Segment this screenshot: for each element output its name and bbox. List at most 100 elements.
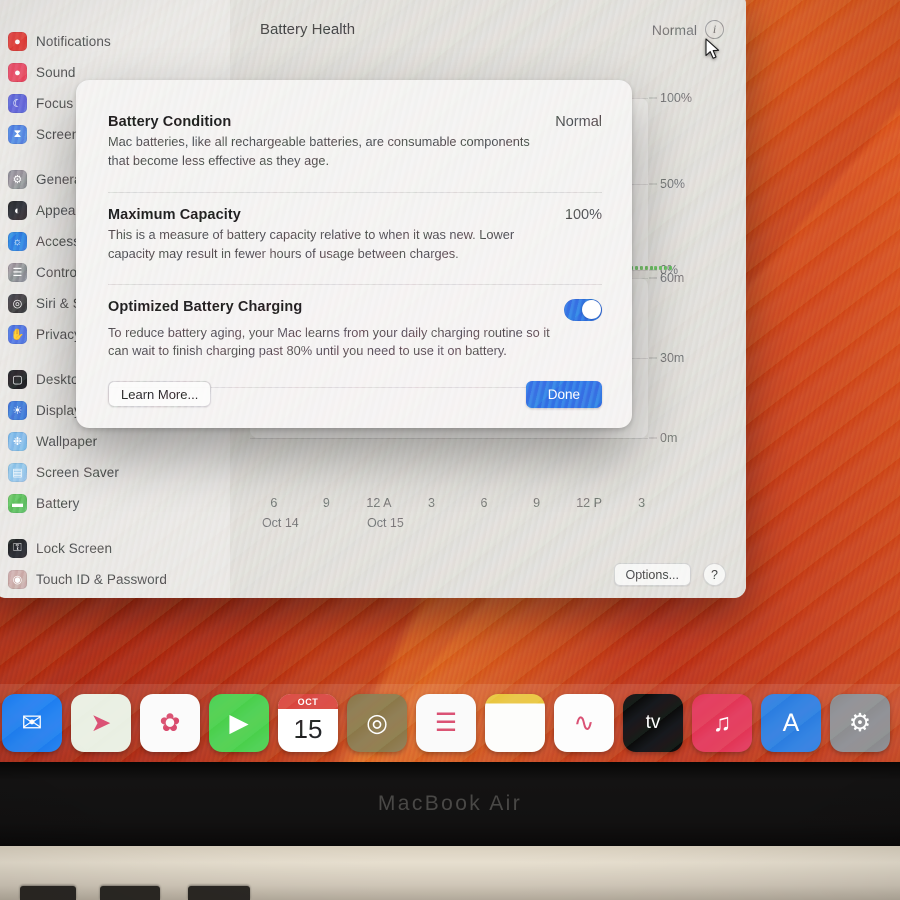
x-day-label: Oct 14 <box>261 516 299 530</box>
row-title: Battery Condition <box>108 114 232 130</box>
contacts-icon[interactable]: ◎ <box>347 694 407 752</box>
accessibility-icon: ☼ <box>8 232 27 251</box>
chart-bar <box>640 266 644 270</box>
calendar-icon[interactable]: OCT 15 <box>278 694 338 752</box>
display-icon: ☀ <box>8 401 27 420</box>
chart-bar <box>668 266 672 270</box>
sidebar-item-label: Notifications <box>36 34 111 49</box>
dock-icon-glyph: tv <box>645 712 661 733</box>
x-tick-label: 12 A <box>366 496 392 510</box>
siri-icon: ◎ <box>8 294 27 313</box>
speaker-icon: ● <box>8 63 27 82</box>
sidebar-item-notifications[interactable]: ● Notifications <box>0 26 230 57</box>
screensaver-icon: ▤ <box>8 463 27 482</box>
toggle-knob <box>581 300 601 320</box>
photo-of-laptop: ● Notifications ● Sound ☾ Focus ⧗ Screen Time ⚙ G… <box>0 0 900 900</box>
row-maximum-capacity: Maximum Capacity 100% This is a measure … <box>76 193 632 263</box>
sidebar-item-touch-id-password[interactable]: ◉ Touch ID & Password <box>0 564 230 595</box>
dock-icon-glyph: A <box>782 708 800 737</box>
chart-bar <box>635 266 639 270</box>
reminders-icon[interactable]: ☰ <box>416 694 476 752</box>
battery-status-group: Normal i <box>652 20 724 39</box>
hand-icon: ✋ <box>8 325 27 344</box>
bezel-model-label: MacBook Air <box>377 792 523 815</box>
dock-icon-glyph: ☰ <box>434 709 458 737</box>
appletv-icon[interactable]: tv <box>623 694 683 752</box>
done-button[interactable]: Done <box>525 380 602 408</box>
battery-health-sheet[interactable]: Battery Condition Normal Mac batteries, … <box>76 80 632 428</box>
learn-more-button[interactable]: Learn More... <box>108 381 212 407</box>
maps-icon[interactable]: ➤ <box>71 694 131 752</box>
settings-icon[interactable]: ⚙ <box>830 694 890 752</box>
lock-icon: ⚿ <box>8 539 27 558</box>
battery-icon: ▬ <box>8 494 27 513</box>
chart-bar <box>663 266 667 270</box>
info-circle-icon[interactable]: i <box>705 20 724 39</box>
moon-icon: ☾ <box>8 94 27 113</box>
touchid-icon: ◉ <box>8 570 27 589</box>
x-tick-label: 6 <box>270 496 278 510</box>
y-tick-label: 0m <box>660 431 678 445</box>
chart-bar <box>659 266 663 270</box>
desktop-dock-icon: ▢ <box>8 370 27 389</box>
sidebar-item-label: Battery <box>36 496 80 511</box>
dock-icon-glyph: ✉ <box>21 709 43 737</box>
control-center-icon: ☰ <box>8 263 27 282</box>
row-battery-condition: Battery Condition Normal Mac batteries, … <box>76 80 632 170</box>
sidebar-item-battery[interactable]: ▬ Battery <box>0 488 230 519</box>
gear-icon: ⚙ <box>8 170 27 189</box>
dock-icon-glyph: ▶ <box>229 709 249 737</box>
optimized-battery-charging-toggle[interactable] <box>564 298 602 321</box>
row-description: Mac batteries, like all rechargeable bat… <box>108 134 530 168</box>
status-badge: Normal <box>651 21 697 38</box>
wallpaper-icon: ❉ <box>8 432 27 451</box>
dock-icon-glyph: ◎ <box>366 709 388 737</box>
sidebar-item-label: Lock Screen <box>36 541 113 556</box>
row-description: To reduce battery aging, your Mac learns… <box>108 324 550 359</box>
system-settings-window[interactable]: ● Notifications ● Sound ☾ Focus ⧗ Screen Time ⚙ G… <box>0 0 746 598</box>
sidebar-item-label: Screen Saver <box>36 465 119 480</box>
chart-x-axis: 6 9 12 A 3 6 9 12 P 3 Oct 14 Oct 15 <box>250 496 648 540</box>
photos-icon[interactable]: ✿ <box>140 694 200 752</box>
x-tick-label: 9 <box>322 496 330 510</box>
laptop-screen: ● Notifications ● Sound ☾ Focus ⧗ Screen Time ⚙ G… <box>0 0 900 762</box>
y-tick-label: 60m <box>660 271 685 285</box>
bell-icon: ● <box>8 32 27 51</box>
x-tick-label: 9 <box>533 496 541 510</box>
help-button[interactable]: ? <box>703 563 726 586</box>
page-title: Battery Health <box>260 21 356 38</box>
sidebar-item-lock-screen[interactable]: ⚿ Lock Screen <box>0 533 230 564</box>
chart-bar <box>644 266 648 270</box>
sidebar-item-screen-saver[interactable]: ▤ Screen Saver <box>0 457 230 488</box>
appearance-icon: ◐ <box>8 201 27 220</box>
x-day-label: Oct 15 <box>367 516 404 530</box>
dock-icon-glyph: ∿ <box>573 709 595 737</box>
music-icon[interactable]: ♫ <box>692 694 752 752</box>
appstore-icon[interactable]: A <box>761 694 821 752</box>
dock[interactable]: ✉ ➤ ✿ ▶ OCT 15 ◎ ☰ ∿ tv ♫ A ⚙ <box>0 684 900 762</box>
settings-footer: Options... ? <box>613 563 726 586</box>
hourglass-icon: ⧗ <box>8 125 27 144</box>
row-title: Maximum Capacity <box>108 207 241 224</box>
freeform-icon[interactable]: ∿ <box>554 694 614 752</box>
x-tick-label: 3 <box>638 496 646 510</box>
chart-bar <box>649 266 653 270</box>
sidebar-item-label: Wallpaper <box>36 434 98 449</box>
row-title: Optimized Battery Charging <box>108 298 303 315</box>
notes-icon[interactable] <box>485 694 545 752</box>
screen-bezel: MacBook Air <box>0 762 900 846</box>
mouse-cursor <box>705 38 720 59</box>
dock-icon-glyph: ➤ <box>90 709 112 737</box>
chart-bar <box>654 266 658 270</box>
sidebar-item-label: Touch ID & Password <box>36 572 167 587</box>
battery-condition-value: Normal <box>555 114 602 130</box>
facetime-icon[interactable]: ▶ <box>209 694 269 752</box>
sidebar-item-wallpaper[interactable]: ❉ Wallpaper <box>0 426 230 457</box>
mail-icon[interactable]: ✉ <box>2 694 62 752</box>
sidebar-item-label: Focus <box>36 96 74 111</box>
options-button[interactable]: Options... <box>613 563 691 586</box>
y-tick-label: 50% <box>660 177 686 191</box>
x-tick-label: 3 <box>428 496 435 510</box>
dock-icon-glyph: ♫ <box>712 708 732 737</box>
y-tick-label: 30m <box>660 351 685 365</box>
